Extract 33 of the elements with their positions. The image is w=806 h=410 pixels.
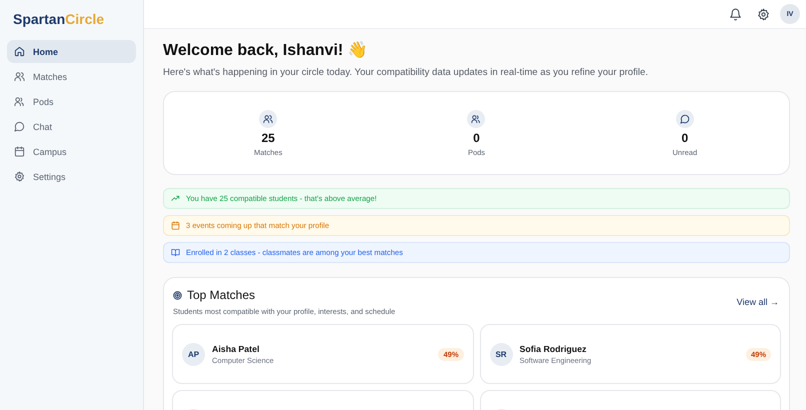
section-title: Top Matches — [187, 288, 256, 302]
home-icon — [14, 46, 25, 57]
sidebar-item[interactable]: Pods — [7, 90, 136, 113]
match-name: Aisha Patel — [212, 344, 260, 354]
sidebar-item[interactable]: Chat — [7, 115, 136, 138]
stat-value: 25 — [261, 130, 275, 144]
bell-icon[interactable] — [728, 8, 742, 20]
sidebar-item[interactable]: Home — [7, 40, 136, 63]
calendar-icon — [14, 146, 25, 157]
initials-avatar: SR — [490, 342, 512, 366]
view-all-link[interactable]: View all → — [736, 297, 779, 307]
users-icon — [263, 114, 274, 124]
users-icon — [14, 71, 25, 82]
book-icon — [171, 248, 180, 257]
sidebar-item[interactable]: Matches — [7, 65, 136, 88]
welcome-heading: Welcome back, Ishanvi! 👋 — [163, 41, 369, 61]
chat-icon — [680, 114, 690, 124]
user-group-icon — [14, 96, 25, 107]
welcome-subtitle: Here's what's happening in your circle today. Your compatibility data updates in real-time as you refine your profile. — [163, 67, 650, 78]
settings-icon[interactable] — [756, 8, 770, 20]
settings-icon — [14, 171, 25, 182]
initials-avatar: AP — [182, 342, 205, 366]
user-group-icon — [471, 114, 482, 124]
calendar-icon — [171, 221, 180, 230]
sidebar-item[interactable]: Settings — [7, 165, 136, 188]
stat-value: 0 — [681, 130, 688, 144]
stat-value: 0 — [473, 130, 480, 144]
match-name: Sofia Rodriguez — [520, 344, 588, 354]
chat-icon — [14, 121, 25, 132]
sidebar-item[interactable]: Campus — [7, 140, 136, 163]
trend-up-icon — [171, 194, 180, 203]
target-icon — [173, 290, 182, 300]
logo-text: SpartanCircle — [12, 10, 106, 29]
